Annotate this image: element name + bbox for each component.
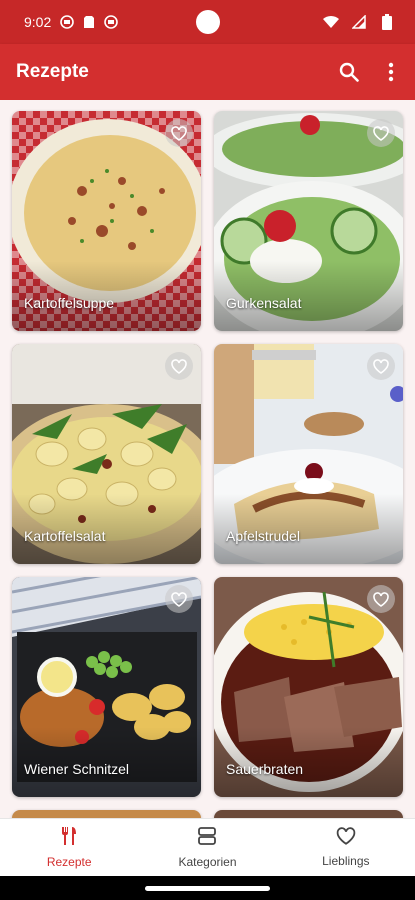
nav-item-lieblings[interactable]: Lieblings bbox=[277, 819, 415, 876]
search-icon[interactable] bbox=[337, 60, 361, 84]
recipe-card-kartoffelsalat[interactable]: Kartoffelsalat bbox=[12, 344, 201, 564]
heart-icon[interactable] bbox=[165, 119, 193, 147]
sim-card-icon bbox=[81, 14, 97, 30]
heart-icon[interactable] bbox=[367, 585, 395, 613]
recipe-title: Sauerbraten bbox=[226, 761, 304, 777]
front-camera bbox=[196, 10, 220, 34]
recipe-card-partial[interactable] bbox=[214, 810, 403, 818]
app-notification-icon bbox=[103, 14, 119, 30]
nav-label: Kategorien bbox=[178, 855, 237, 869]
categories-icon bbox=[197, 826, 217, 851]
page-title: Rezepte bbox=[16, 61, 89, 82]
recipe-card-gurkensalat[interactable]: Gurkensalat bbox=[214, 111, 403, 331]
recipe-title: Apfelstrudel bbox=[226, 528, 300, 544]
heart-icon[interactable] bbox=[165, 352, 193, 380]
recipe-card-apfelstrudel[interactable]: Apfelstrudel bbox=[214, 344, 403, 564]
nav-label: Lieblings bbox=[322, 854, 370, 868]
gesture-handle[interactable] bbox=[145, 886, 270, 891]
heart-icon[interactable] bbox=[165, 585, 193, 613]
recipe-title: Kartoffelsalat bbox=[24, 528, 106, 544]
recipe-card-kartoffelsuppe[interactable]: Kartoffelsuppe bbox=[12, 111, 201, 331]
wifi-icon bbox=[323, 14, 339, 30]
app-bar: Rezepte bbox=[0, 44, 415, 100]
recipe-title: Kartoffelsuppe bbox=[24, 295, 115, 311]
battery-icon bbox=[379, 14, 395, 30]
more-vert-icon[interactable] bbox=[379, 60, 403, 84]
bottom-navigation: Rezepte Kategorien Lieblings bbox=[0, 818, 415, 876]
heart-icon[interactable] bbox=[367, 352, 395, 380]
nav-label: Rezepte bbox=[46, 855, 92, 869]
recipe-title: Wiener Schnitzel bbox=[24, 761, 130, 777]
heart-icon[interactable] bbox=[367, 119, 395, 147]
recipe-card-partial[interactable] bbox=[12, 810, 201, 818]
cutlery-icon bbox=[60, 826, 78, 851]
nav-item-kategorien[interactable]: Kategorien bbox=[138, 819, 276, 876]
heart-icon bbox=[336, 827, 356, 850]
recipe-title: Gurkensalat bbox=[226, 295, 302, 311]
app-notification-icon bbox=[59, 14, 75, 30]
recipe-card-wiener-schnitzel[interactable]: Wiener Schnitzel bbox=[12, 577, 201, 797]
status-time: 9:02 bbox=[24, 14, 52, 30]
nav-item-rezepte[interactable]: Rezepte bbox=[0, 819, 138, 876]
recipe-list[interactable]: Kartoffelsuppe Gurkensalat Kartoffelsala… bbox=[0, 100, 415, 818]
recipe-card-sauerbraten[interactable]: Sauerbraten bbox=[214, 577, 403, 797]
signal-icon bbox=[351, 14, 367, 30]
